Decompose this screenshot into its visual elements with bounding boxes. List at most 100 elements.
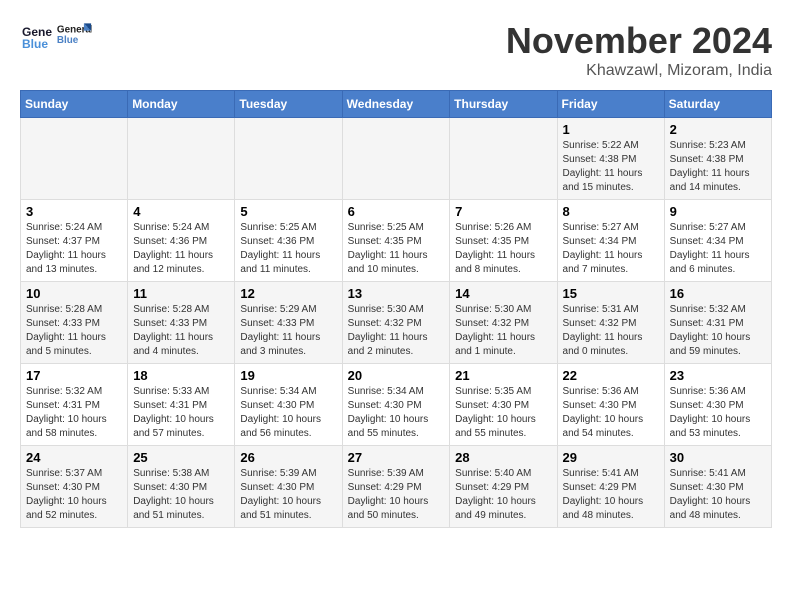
cell-content: Sunrise: 5:24 AM Sunset: 4:36 PM Dayligh…	[133, 221, 229, 277]
svg-text:Blue: Blue	[22, 37, 48, 51]
cell-content: Sunrise: 5:40 AM Sunset: 4:29 PM Dayligh…	[455, 467, 551, 523]
calendar-cell: 30 Sunrise: 5:41 AM Sunset: 4:30 PM Dayli…	[664, 446, 771, 528]
day-number: 8	[563, 204, 659, 219]
day-number: 27	[348, 450, 445, 465]
calendar-cell: 28 Sunrise: 5:40 AM Sunset: 4:29 PM Dayli…	[450, 446, 557, 528]
day-number: 24	[26, 450, 122, 465]
calendar-cell: 20Sunrise: 5:34 AM Sunset: 4:30 PM Dayli…	[342, 364, 450, 446]
calendar-cell: 25Sunrise: 5:38 AM Sunset: 4:30 PM Dayli…	[128, 446, 235, 528]
cell-content: Sunrise: 5:27 AM Sunset: 4:34 PM Dayligh…	[563, 221, 659, 277]
calendar-cell: 26Sunrise: 5:39 AM Sunset: 4:30 PM Dayli…	[235, 446, 342, 528]
logo: General Blue General Blue	[20, 20, 92, 52]
calendar-cell: 1Sunrise: 5:22 AM Sunset: 4:38 PM Daylig…	[557, 118, 664, 200]
calendar-cell	[128, 118, 235, 200]
calendar-cell: 7 Sunrise: 5:26 AM Sunset: 4:35 PM Daylig…	[450, 200, 557, 282]
day-number: 17	[26, 368, 122, 383]
calendar-cell: 10 Sunrise: 5:28 AM Sunset: 4:33 PM Dayli…	[21, 282, 128, 364]
cell-content: Sunrise: 5:34 AM Sunset: 4:30 PM Dayligh…	[240, 385, 336, 441]
day-number: 4	[133, 204, 229, 219]
cell-content: Sunrise: 5:30 AM Sunset: 4:32 PM Dayligh…	[348, 303, 445, 359]
calendar-cell: 18Sunrise: 5:33 AM Sunset: 4:31 PM Dayli…	[128, 364, 235, 446]
calendar-cell: 21Sunrise: 5:35 AM Sunset: 4:30 PM Dayli…	[450, 364, 557, 446]
week-row-2: 3 Sunrise: 5:24 AM Sunset: 4:37 PM Daylig…	[21, 200, 772, 282]
calendar-cell: 27 Sunrise: 5:39 AM Sunset: 4:29 PM Dayli…	[342, 446, 450, 528]
calendar-cell: 2 Sunrise: 5:23 AM Sunset: 4:38 PM Daylig…	[664, 118, 771, 200]
cell-content: Sunrise: 5:36 AM Sunset: 4:30 PM Dayligh…	[670, 385, 766, 441]
weekday-header-tuesday: Tuesday	[235, 91, 342, 118]
day-number: 22	[563, 368, 659, 383]
cell-content: Sunrise: 5:41 AM Sunset: 4:29 PM Dayligh…	[563, 467, 659, 523]
calendar-cell: 14 Sunrise: 5:30 AM Sunset: 4:32 PM Dayli…	[450, 282, 557, 364]
day-number: 30	[670, 450, 766, 465]
day-number: 23	[670, 368, 766, 383]
week-row-3: 10 Sunrise: 5:28 AM Sunset: 4:33 PM Dayli…	[21, 282, 772, 364]
cell-content: Sunrise: 5:39 AM Sunset: 4:29 PM Dayligh…	[348, 467, 445, 523]
cell-content: Sunrise: 5:26 AM Sunset: 4:35 PM Dayligh…	[455, 221, 551, 277]
day-number: 13	[348, 286, 445, 301]
day-number: 1	[563, 122, 659, 137]
calendar-cell: 29 Sunrise: 5:41 AM Sunset: 4:29 PM Dayli…	[557, 446, 664, 528]
calendar-cell: 3 Sunrise: 5:24 AM Sunset: 4:37 PM Daylig…	[21, 200, 128, 282]
calendar-cell	[342, 118, 450, 200]
calendar-cell	[21, 118, 128, 200]
calendar-cell: 17 Sunrise: 5:32 AM Sunset: 4:31 PM Dayli…	[21, 364, 128, 446]
day-number: 7	[455, 204, 551, 219]
week-row-4: 17 Sunrise: 5:32 AM Sunset: 4:31 PM Dayli…	[21, 364, 772, 446]
day-number: 29	[563, 450, 659, 465]
weekday-header-wednesday: Wednesday	[342, 91, 450, 118]
cell-content: Sunrise: 5:32 AM Sunset: 4:31 PM Dayligh…	[670, 303, 766, 359]
calendar-cell: 23 Sunrise: 5:36 AM Sunset: 4:30 PM Dayli…	[664, 364, 771, 446]
weekday-header-thursday: Thursday	[450, 91, 557, 118]
month-title: November 2024	[506, 20, 772, 62]
cell-content: Sunrise: 5:41 AM Sunset: 4:30 PM Dayligh…	[670, 467, 766, 523]
calendar-cell	[235, 118, 342, 200]
cell-content: Sunrise: 5:28 AM Sunset: 4:33 PM Dayligh…	[133, 303, 229, 359]
day-number: 25	[133, 450, 229, 465]
calendar-cell: 6 Sunrise: 5:25 AM Sunset: 4:35 PM Daylig…	[342, 200, 450, 282]
calendar-cell	[450, 118, 557, 200]
calendar-cell: 5 Sunrise: 5:25 AM Sunset: 4:36 PM Daylig…	[235, 200, 342, 282]
weekday-header-sunday: Sunday	[21, 91, 128, 118]
header: General Blue General Blue November 2024 …	[20, 20, 772, 80]
cell-content: Sunrise: 5:32 AM Sunset: 4:31 PM Dayligh…	[26, 385, 122, 441]
cell-content: Sunrise: 5:27 AM Sunset: 4:34 PM Dayligh…	[670, 221, 766, 277]
day-number: 2	[670, 122, 766, 137]
day-number: 20	[348, 368, 445, 383]
day-number: 12	[240, 286, 336, 301]
calendar-cell: 22 Sunrise: 5:36 AM Sunset: 4:30 PM Dayli…	[557, 364, 664, 446]
general-blue-logo-graphic: General Blue	[56, 22, 92, 50]
calendar-cell: 13 Sunrise: 5:30 AM Sunset: 4:32 PM Dayli…	[342, 282, 450, 364]
day-number: 28	[455, 450, 551, 465]
day-number: 11	[133, 286, 229, 301]
location-subtitle: Khawzawl, Mizoram, India	[506, 62, 772, 80]
day-number: 6	[348, 204, 445, 219]
week-row-5: 24Sunrise: 5:37 AM Sunset: 4:30 PM Dayli…	[21, 446, 772, 528]
weekday-header-saturday: Saturday	[664, 91, 771, 118]
cell-content: Sunrise: 5:25 AM Sunset: 4:36 PM Dayligh…	[240, 221, 336, 277]
cell-content: Sunrise: 5:31 AM Sunset: 4:32 PM Dayligh…	[563, 303, 659, 359]
day-number: 10	[26, 286, 122, 301]
day-number: 14	[455, 286, 551, 301]
cell-content: Sunrise: 5:24 AM Sunset: 4:37 PM Dayligh…	[26, 221, 122, 277]
day-number: 3	[26, 204, 122, 219]
calendar-cell: 16Sunrise: 5:32 AM Sunset: 4:31 PM Dayli…	[664, 282, 771, 364]
calendar-cell: 15Sunrise: 5:31 AM Sunset: 4:32 PM Dayli…	[557, 282, 664, 364]
weekday-header-friday: Friday	[557, 91, 664, 118]
cell-content: Sunrise: 5:23 AM Sunset: 4:38 PM Dayligh…	[670, 139, 766, 195]
cell-content: Sunrise: 5:25 AM Sunset: 4:35 PM Dayligh…	[348, 221, 445, 277]
calendar-cell: 4 Sunrise: 5:24 AM Sunset: 4:36 PM Daylig…	[128, 200, 235, 282]
weekday-header-row: SundayMondayTuesdayWednesdayThursdayFrid…	[21, 91, 772, 118]
cell-content: Sunrise: 5:29 AM Sunset: 4:33 PM Dayligh…	[240, 303, 336, 359]
week-row-1: 1Sunrise: 5:22 AM Sunset: 4:38 PM Daylig…	[21, 118, 772, 200]
title-area: November 2024 Khawzawl, Mizoram, India	[506, 20, 772, 80]
cell-content: Sunrise: 5:36 AM Sunset: 4:30 PM Dayligh…	[563, 385, 659, 441]
day-number: 19	[240, 368, 336, 383]
cell-content: Sunrise: 5:30 AM Sunset: 4:32 PM Dayligh…	[455, 303, 551, 359]
calendar-cell: 12 Sunrise: 5:29 AM Sunset: 4:33 PM Dayli…	[235, 282, 342, 364]
calendar-cell: 19 Sunrise: 5:34 AM Sunset: 4:30 PM Dayli…	[235, 364, 342, 446]
day-number: 18	[133, 368, 229, 383]
calendar-table: SundayMondayTuesdayWednesdayThursdayFrid…	[20, 90, 772, 528]
day-number: 5	[240, 204, 336, 219]
calendar-cell: 8 Sunrise: 5:27 AM Sunset: 4:34 PM Daylig…	[557, 200, 664, 282]
cell-content: Sunrise: 5:28 AM Sunset: 4:33 PM Dayligh…	[26, 303, 122, 359]
